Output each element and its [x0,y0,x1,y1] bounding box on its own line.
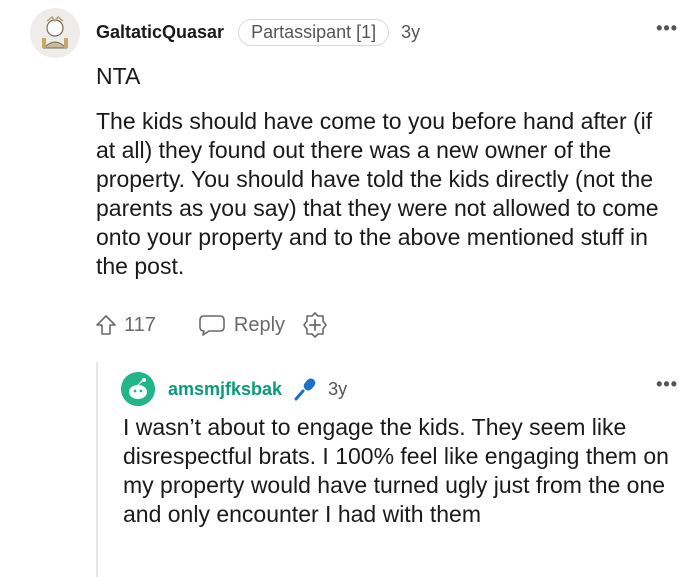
reply-header: amsmjfksbak 3y [168,376,347,402]
reply-label: Reply [233,313,286,336]
snoo-avatar-icon [121,372,155,406]
snoo-avatar-icon [30,8,80,58]
comment-header: GaltaticQuasar Partassipant [1] 3y [96,18,420,46]
speech-bubble-icon [199,315,225,336]
award-plus-icon [303,312,327,338]
reply-body: I wasn’t about to engage the kids. They … [123,413,678,529]
upvote-arrow-icon [96,315,116,335]
avatar[interactable] [30,8,80,58]
reply-button[interactable]: Reply [198,313,285,337]
username[interactable]: GaltaticQuasar [96,22,224,43]
comment-text: The kids should have come to you before … [96,108,659,279]
reply-age: 3y [328,378,348,399]
vote-count: 117 [124,313,156,336]
thread-line[interactable] [96,362,98,577]
comment-actions: 117 Reply [94,308,329,342]
comment-age: 3y [401,21,421,42]
user-flair: Partassipant [1] [238,18,390,46]
reply-text: I wasn’t about to engage the kids. They … [123,414,669,527]
comment-verdict: NTA [96,63,141,89]
upvote-button[interactable]: 117 [94,313,156,337]
comment-thread: GaltaticQuasar Partassipant [1] 3y ••• N… [0,0,700,577]
microphone-icon [292,376,318,402]
award-button[interactable] [301,311,329,339]
reply-more-options-button[interactable]: ••• [656,374,678,395]
reply-avatar[interactable] [121,372,155,406]
comment-body: NTA The kids should have come to you bef… [96,62,676,281]
more-options-button[interactable]: ••• [656,18,678,39]
reply-username[interactable]: amsmjfksbak [168,379,282,400]
